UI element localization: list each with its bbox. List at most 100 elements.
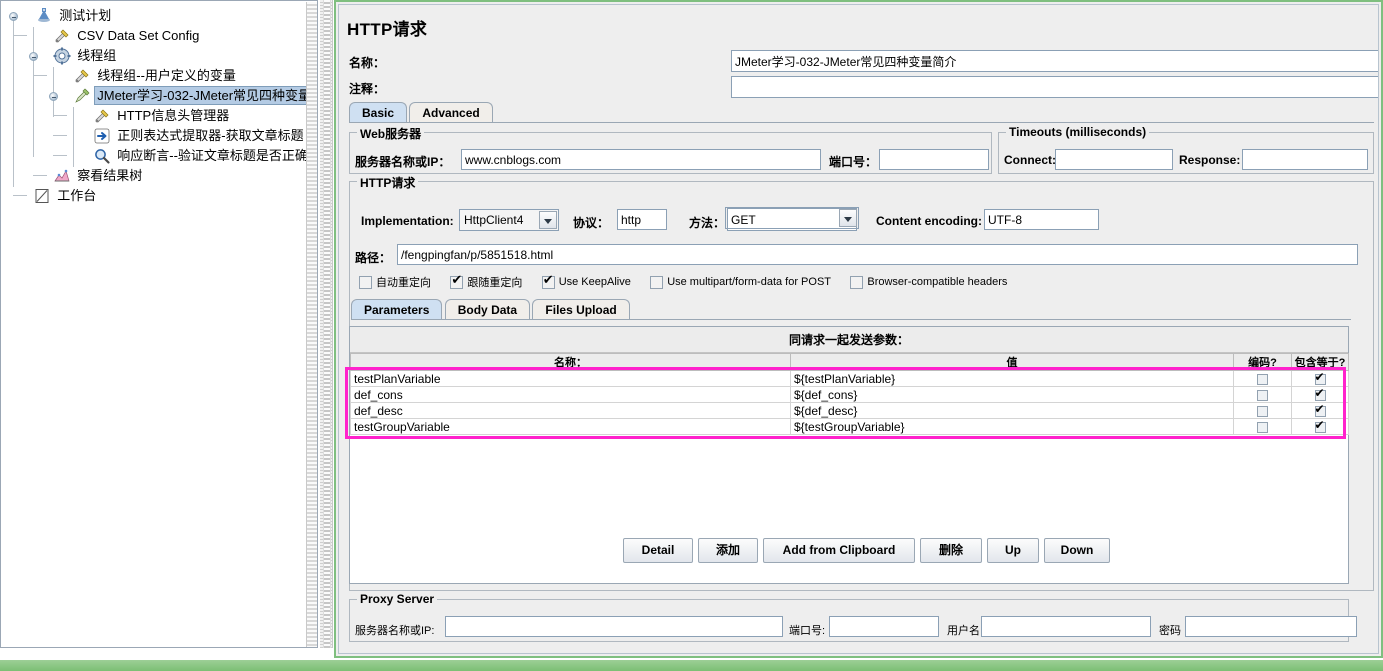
chevron-down-icon[interactable] — [839, 209, 857, 227]
content-encoding-input[interactable] — [984, 209, 1099, 230]
cell-value[interactable]: ${def_desc} — [790, 402, 1234, 419]
tab-advanced[interactable]: Advanced — [409, 102, 493, 123]
tab-files-upload[interactable]: Files Upload — [532, 299, 630, 320]
method-select[interactable] — [725, 207, 859, 229]
tree-item-workbench[interactable]: 工作台 — [1, 185, 317, 205]
parameters-table-container[interactable]: 同请求一起发送参数： 名称： 值 编码? 包含等于? testPlanVaria… — [349, 326, 1349, 584]
column-header-value[interactable]: 值 — [790, 353, 1234, 371]
up-button[interactable]: Up — [987, 538, 1039, 563]
checkbox-label: 跟随重定向 — [467, 277, 523, 289]
checkbox-box[interactable] — [650, 275, 664, 289]
comment-input[interactable] — [731, 76, 1378, 98]
path-input[interactable] — [397, 244, 1358, 265]
tree-expand-handle[interactable] — [9, 12, 18, 21]
table-row[interactable]: testPlanVariable ${testPlanVariable} — [350, 370, 1349, 387]
tree-expand-handle[interactable] — [49, 92, 58, 101]
encode-checkbox[interactable] — [1257, 389, 1268, 401]
main-tab-strip[interactable]: Basic Advanced — [349, 102, 493, 123]
column-header-name[interactable]: 名称： — [350, 353, 791, 371]
bottom-status-bar — [0, 660, 1383, 671]
tree-item-http-header-manager[interactable]: HTTP信息头管理器 — [1, 105, 317, 125]
name-input[interactable] — [731, 50, 1378, 72]
cell-include-equals[interactable] — [1291, 418, 1349, 435]
table-row[interactable]: testGroupVariable ${testGroupVariable} — [350, 418, 1349, 435]
proxy-server-name-input[interactable] — [445, 616, 783, 637]
checkbox-use-multipart[interactable]: Use multipart/form-data for POST — [650, 275, 831, 289]
cell-encode[interactable] — [1233, 402, 1292, 419]
cell-name[interactable]: testPlanVariable — [350, 370, 791, 387]
port-input[interactable] — [879, 149, 989, 170]
cell-value[interactable]: ${testGroupVariable} — [790, 418, 1234, 435]
cell-encode[interactable] — [1233, 418, 1292, 435]
panel-splitter[interactable] — [319, 0, 333, 648]
add-button[interactable]: 添加 — [698, 538, 758, 563]
test-plan-tree[interactable]: 测试计划 CSV Data Set Config 线程组 线程组--用户定义的变… — [1, 1, 317, 205]
proxy-port-label: 端口号: — [789, 625, 826, 637]
proxy-password-input[interactable] — [1185, 616, 1357, 637]
checkbox-label: 自动重定向 — [376, 277, 431, 289]
tab-body-data[interactable]: Body Data — [444, 299, 531, 320]
proxy-port-input[interactable] — [829, 616, 939, 637]
chevron-down-icon[interactable] — [539, 211, 557, 229]
checkbox-box[interactable] — [850, 275, 864, 289]
checkbox-use-keepalive[interactable]: Use KeepAlive — [541, 273, 631, 289]
tab-basic[interactable]: Basic — [349, 102, 408, 123]
include-equals-checkbox[interactable] — [1314, 372, 1326, 385]
table-row[interactable]: def_cons ${def_cons} — [350, 386, 1349, 403]
checkbox-box[interactable] — [450, 273, 464, 289]
tree-item-view-results-tree[interactable]: 察看结果树 — [1, 165, 317, 185]
encode-checkbox[interactable] — [1257, 373, 1268, 385]
column-header-encode[interactable]: 编码? — [1233, 353, 1292, 371]
cell-include-equals[interactable] — [1291, 386, 1349, 403]
proxy-username-input[interactable] — [981, 616, 1151, 637]
cell-include-equals[interactable] — [1291, 370, 1349, 387]
connect-timeout-input[interactable] — [1055, 149, 1173, 170]
tree-item-csv-data-set-config[interactable]: CSV Data Set Config — [1, 25, 317, 45]
encode-checkbox[interactable] — [1257, 405, 1268, 417]
cell-encode[interactable] — [1233, 386, 1292, 403]
encode-checkbox[interactable] — [1257, 421, 1268, 433]
tree-item-http-request-selected[interactable]: JMeter学习-032-JMeter常见四种变量简介 — [1, 85, 317, 106]
request-options-row: 自动重定向 跟随重定向 Use KeepAlive Use multipart/… — [359, 273, 1007, 290]
tree-scrollbar[interactable] — [306, 2, 317, 647]
parameters-tab-strip[interactable]: Parameters Body Data Files Upload — [351, 299, 630, 320]
splitter-grip[interactable] — [323, 0, 331, 648]
cell-name[interactable]: def_desc — [350, 402, 791, 419]
column-header-include-equals[interactable]: 包含等于? — [1291, 353, 1349, 371]
tree-item-label: 线程组 — [77, 48, 117, 64]
delete-button[interactable]: 删除 — [920, 538, 982, 563]
tree-item-user-defined-variables[interactable]: 线程组--用户定义的变量 — [1, 65, 317, 85]
include-equals-checkbox[interactable] — [1314, 388, 1326, 401]
checkbox-follow-redirects[interactable]: 跟随重定向 — [450, 273, 523, 290]
down-button[interactable]: Down — [1044, 538, 1110, 563]
include-equals-checkbox[interactable] — [1314, 404, 1326, 417]
add-from-clipboard-button[interactable]: Add from Clipboard — [763, 538, 915, 563]
implementation-select[interactable]: HttpClient4 — [459, 209, 559, 231]
tree-expand-handle[interactable] — [29, 52, 38, 61]
checkbox-box[interactable] — [359, 275, 372, 289]
checkbox-box[interactable] — [541, 273, 555, 289]
tree-item-response-assertion[interactable]: 响应断言--验证文章标题是否正确 — [1, 145, 317, 165]
tree-item-thread-group[interactable]: 线程组 — [1, 45, 317, 65]
checkbox-redirect-automatically[interactable]: 自动重定向 — [359, 274, 431, 290]
tab-parameters[interactable]: Parameters — [351, 299, 443, 320]
cell-value[interactable]: ${def_cons} — [790, 386, 1234, 403]
cell-include-equals[interactable] — [1291, 402, 1349, 419]
tree-item-test-plan[interactable]: 测试计划 — [1, 5, 317, 25]
tree-item-label: 测试计划 — [59, 8, 112, 24]
detail-button[interactable]: Detail — [623, 538, 693, 563]
protocol-input[interactable] — [617, 209, 667, 230]
include-equals-checkbox[interactable] — [1314, 420, 1326, 433]
test-plan-tree-panel[interactable]: 测试计划 CSV Data Set Config 线程组 线程组--用户定义的变… — [0, 0, 318, 648]
cell-value[interactable]: ${testPlanVariable} — [790, 370, 1234, 387]
table-row[interactable]: def_desc ${def_desc} — [350, 402, 1349, 419]
response-timeout-input[interactable] — [1242, 149, 1368, 170]
cell-name[interactable]: def_cons — [350, 386, 791, 403]
server-name-input[interactable] — [461, 149, 821, 170]
cell-encode[interactable] — [1233, 370, 1292, 387]
parameters-table[interactable]: 名称： 值 编码? 包含等于? testPlanVariable ${testP… — [350, 353, 1349, 435]
tree-item-regex-extractor[interactable]: 正则表达式提取器-获取文章标题 — [1, 125, 317, 145]
parameters-tab-underline — [351, 319, 1351, 320]
checkbox-browser-compatible-headers[interactable]: Browser-compatible headers — [850, 275, 1007, 289]
cell-name[interactable]: testGroupVariable — [350, 418, 791, 435]
